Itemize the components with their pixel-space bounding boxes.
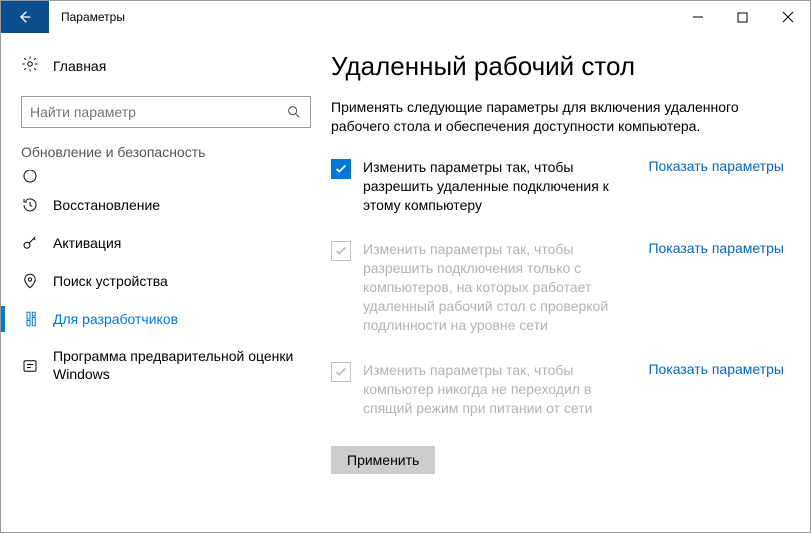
location-icon (21, 272, 39, 290)
arrow-left-icon (17, 9, 33, 25)
search-input[interactable] (21, 96, 311, 128)
backup-icon (21, 170, 39, 185)
apply-button[interactable]: Применить (331, 446, 435, 474)
sidebar-item-label: Поиск устройства (53, 273, 168, 289)
page-title: Удаленный рабочий стол (331, 51, 784, 82)
sidebar-item-label: Программа предварительной оценки Windows (53, 348, 311, 383)
search-icon (286, 104, 302, 120)
developers-icon (21, 310, 39, 328)
gear-icon (21, 55, 39, 76)
option-row-remote-connections: Изменить параметры так, чтобы разрешить … (331, 158, 784, 215)
maximize-icon (737, 12, 748, 23)
minimize-button[interactable] (675, 1, 720, 33)
show-settings-link[interactable]: Показать параметры (648, 361, 784, 377)
key-icon (21, 234, 39, 252)
page-description: Применять следующие параметры для включе… (331, 98, 784, 136)
sidebar-item-developers[interactable]: Для разработчиков (1, 300, 331, 338)
show-settings-link[interactable]: Показать параметры (648, 240, 784, 256)
sidebar: Главная Обновление и безопасность Служба… (1, 33, 331, 532)
sidebar-item-backup[interactable]: Служба архивации (1, 170, 331, 186)
check-icon (334, 365, 348, 379)
sidebar-item-find-device[interactable]: Поиск устройства (1, 262, 331, 300)
sidebar-item-activation[interactable]: Активация (1, 224, 331, 262)
window-title: Параметры (49, 1, 137, 33)
show-settings-link[interactable]: Показать параметры (648, 158, 784, 174)
home-nav[interactable]: Главная (1, 49, 331, 82)
sidebar-item-label: Активация (53, 235, 121, 251)
option-text: Изменить параметры так, чтобы разрешить … (363, 240, 636, 334)
checkbox-no-sleep[interactable] (331, 362, 351, 382)
close-button[interactable] (765, 1, 810, 33)
option-row-no-sleep: Изменить параметры так, чтобы компьютер … (331, 361, 784, 418)
history-icon (21, 196, 39, 214)
checkbox-remote-connections[interactable] (331, 159, 351, 179)
sidebar-item-label: Восстановление (53, 197, 160, 213)
section-header: Обновление и безопасность (1, 144, 331, 170)
sidebar-item-recovery[interactable]: Восстановление (1, 186, 331, 224)
check-icon (334, 162, 348, 176)
back-button[interactable] (1, 1, 49, 33)
option-row-nla: Изменить параметры так, чтобы разрешить … (331, 240, 784, 334)
option-text: Изменить параметры так, чтобы компьютер … (363, 361, 636, 418)
minimize-icon (692, 11, 704, 23)
sidebar-item-insider[interactable]: Программа предварительной оценки Windows (1, 338, 331, 393)
insider-icon (21, 357, 39, 375)
checkbox-nla[interactable] (331, 241, 351, 261)
check-icon (334, 244, 348, 258)
option-text: Изменить параметры так, чтобы разрешить … (363, 158, 636, 215)
home-label: Главная (53, 58, 106, 74)
close-icon (782, 11, 794, 23)
maximize-button[interactable] (720, 1, 765, 33)
content-pane: Удаленный рабочий стол Применять следующ… (331, 33, 810, 532)
search-field[interactable] (30, 104, 286, 120)
sidebar-item-label: Для разработчиков (53, 311, 178, 327)
